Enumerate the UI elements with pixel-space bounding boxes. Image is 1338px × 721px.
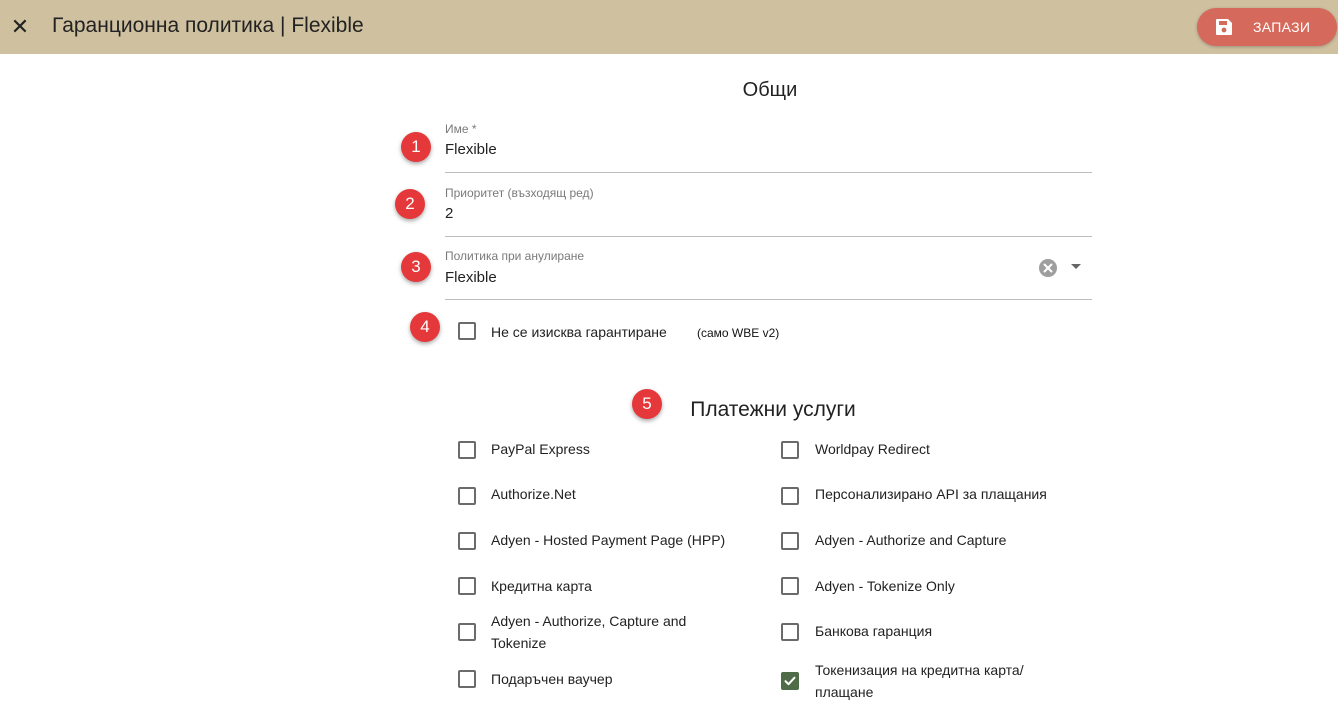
- authorize-net-label: Authorize.Net: [491, 486, 576, 502]
- annotation-badge-2: 2: [395, 189, 425, 219]
- close-icon[interactable]: ✕: [0, 0, 40, 54]
- floppy-disk-icon: [1216, 19, 1232, 35]
- adyen-hpp-label: Adyen - Hosted Payment Page (HPP): [491, 532, 726, 548]
- credit-card-label: Кредитна карта: [491, 578, 592, 594]
- annotation-badge-3: 3: [401, 252, 431, 282]
- no-guarantee-label: Не се изисква гарантиране: [491, 324, 667, 340]
- save-button[interactable]: ЗАПАЗИ: [1197, 8, 1337, 46]
- name-field[interactable]: Име * Flexible: [445, 112, 1092, 173]
- worldpay-redirect-checkbox[interactable]: [781, 441, 799, 459]
- authorize-net-checkbox[interactable]: [458, 487, 476, 505]
- adyen-authorize-capture-label: Adyen - Authorize and Capture: [815, 532, 1007, 548]
- cancel-policy-label: Политика при анулиране: [445, 249, 585, 263]
- gift-voucher-checkbox[interactable]: [458, 670, 476, 688]
- annotation-badge-1: 1: [401, 132, 431, 162]
- page-title: Гаранционна политика | Flexible: [52, 14, 364, 37]
- adyen-tokenize-only-checkbox[interactable]: [781, 577, 799, 595]
- paypal-express-checkbox[interactable]: [458, 441, 476, 459]
- cancel-policy-value[interactable]: Flexible: [445, 269, 497, 286]
- check-icon: [784, 676, 796, 686]
- top-bar: ✕ Гаранционна политика | Flexible ЗАПАЗИ: [0, 0, 1338, 54]
- dropdown-arrow-icon[interactable]: [1071, 264, 1081, 269]
- priority-field-label: Приоритет (възходящ ред): [445, 186, 594, 200]
- worldpay-redirect-label: Worldpay Redirect: [815, 441, 930, 457]
- clear-icon[interactable]: [1038, 258, 1058, 278]
- card-tokenization-label: Токенизация на кредитна карта/ плащане: [815, 662, 1024, 700]
- no-guarantee-checkbox[interactable]: [458, 322, 476, 340]
- cancel-policy-select[interactable]: Политика при анулиране Flexible: [445, 239, 1092, 300]
- no-guarantee-note: (само WBE v2): [697, 326, 780, 340]
- credit-card-checkbox[interactable]: [458, 577, 476, 595]
- save-label: ЗАПАЗИ: [1253, 19, 1311, 35]
- annotation-badge-4: 4: [410, 312, 440, 342]
- bank-guarantee-checkbox[interactable]: [781, 623, 799, 641]
- annotation-badge-5: 5: [632, 389, 662, 419]
- bank-guarantee-label: Банкова гаранция: [815, 623, 933, 639]
- name-field-value[interactable]: Flexible: [445, 141, 497, 158]
- name-field-label: Име *: [445, 122, 477, 136]
- general-section-title: Общи: [742, 79, 798, 101]
- custom-payment-api-label: Персонализирано API за плащания: [815, 486, 1047, 502]
- adyen-authorize-capture-checkbox[interactable]: [781, 532, 799, 550]
- card-tokenization-checkbox[interactable]: [781, 672, 799, 690]
- adyen-authorize-capture-tokenize-checkbox[interactable]: [458, 623, 476, 641]
- priority-field[interactable]: Приоритет (възходящ ред) 2: [445, 176, 1092, 237]
- paypal-express-label: PayPal Express: [491, 441, 590, 457]
- gift-voucher-label: Подаръчен ваучер: [491, 671, 613, 687]
- adyen-authorize-capture-tokenize-label: Adyen - Authorize, Capture and Tokenize: [491, 613, 687, 651]
- adyen-hpp-checkbox[interactable]: [458, 532, 476, 550]
- payments-section-title: Платежни услуги: [690, 398, 856, 421]
- priority-field-value[interactable]: 2: [445, 205, 453, 222]
- custom-payment-api-checkbox[interactable]: [781, 487, 799, 505]
- adyen-tokenize-only-label: Adyen - Tokenize Only: [815, 578, 955, 594]
